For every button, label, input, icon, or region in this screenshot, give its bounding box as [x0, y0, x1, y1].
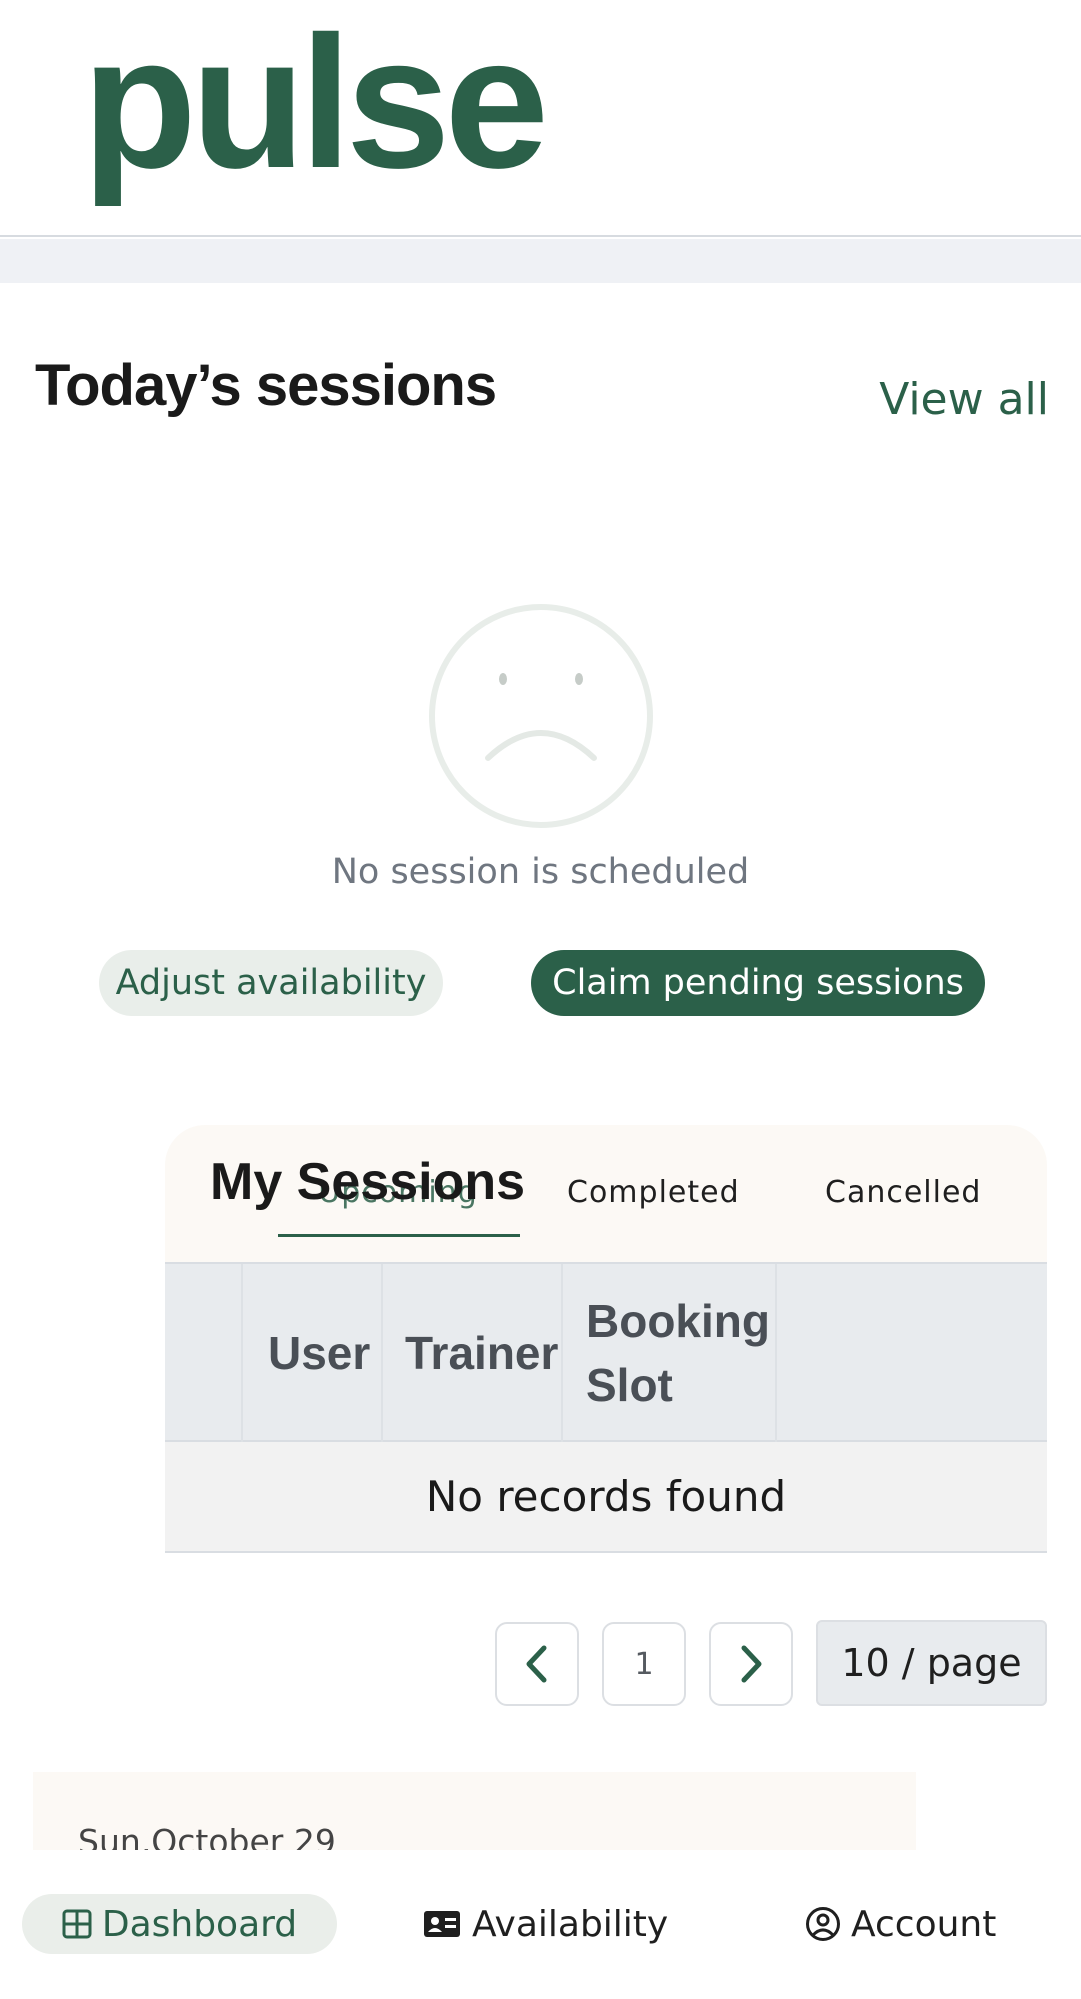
column-divider	[381, 1264, 383, 1442]
nav-dashboard[interactable]: Dashboard	[22, 1894, 337, 1954]
user-circle-icon	[805, 1906, 841, 1942]
column-divider	[241, 1264, 243, 1442]
id-card-icon	[422, 1909, 462, 1939]
header-divider-band	[0, 239, 1081, 283]
nav-availability-label: Availability	[472, 1903, 669, 1945]
tab-cancelled[interactable]: Cancelled	[825, 1175, 981, 1210]
sad-face-icon	[429, 604, 653, 828]
next-page-button[interactable]	[709, 1622, 793, 1706]
active-tab-indicator	[278, 1234, 520, 1237]
no-session-text: No session is scheduled	[331, 852, 750, 892]
app-header: pulse	[0, 0, 1081, 237]
my-sessions-title: My Sessions	[210, 1153, 526, 1211]
view-all-link[interactable]: View all	[879, 374, 1049, 425]
nav-availability[interactable]: Availability	[422, 1894, 668, 1954]
chevron-left-icon	[526, 1645, 547, 1683]
todays-sessions-title: Today’s sessions	[35, 353, 497, 418]
sessions-table-header: User Trainer Booking Slot	[165, 1262, 1047, 1442]
tab-completed[interactable]: Completed	[567, 1175, 740, 1210]
current-page-number[interactable]: 1	[602, 1622, 686, 1706]
no-records-row: No records found	[165, 1442, 1047, 1553]
bottom-navigation: Dashboard Availability Account	[0, 1850, 1081, 1999]
nav-account-label: Account	[851, 1903, 997, 1945]
nav-account[interactable]: Account	[805, 1894, 996, 1954]
column-divider	[561, 1264, 563, 1442]
nav-dashboard-label: Dashboard	[101, 1903, 298, 1945]
column-divider	[775, 1264, 777, 1442]
column-header-trainer[interactable]: Trainer	[405, 1264, 558, 1442]
grid-icon	[62, 1909, 92, 1939]
column-header-user[interactable]: User	[268, 1264, 370, 1442]
previous-page-button[interactable]	[495, 1622, 579, 1706]
page-size-select[interactable]: 10 / page	[816, 1620, 1047, 1706]
chevron-right-icon	[741, 1645, 762, 1683]
pulse-logo[interactable]: pulse	[82, 8, 549, 196]
adjust-availability-button[interactable]: Adjust availability	[99, 950, 443, 1016]
claim-pending-sessions-button[interactable]: Claim pending sessions	[531, 950, 985, 1016]
column-header-booking-slot[interactable]: Booking Slot	[586, 1264, 776, 1442]
